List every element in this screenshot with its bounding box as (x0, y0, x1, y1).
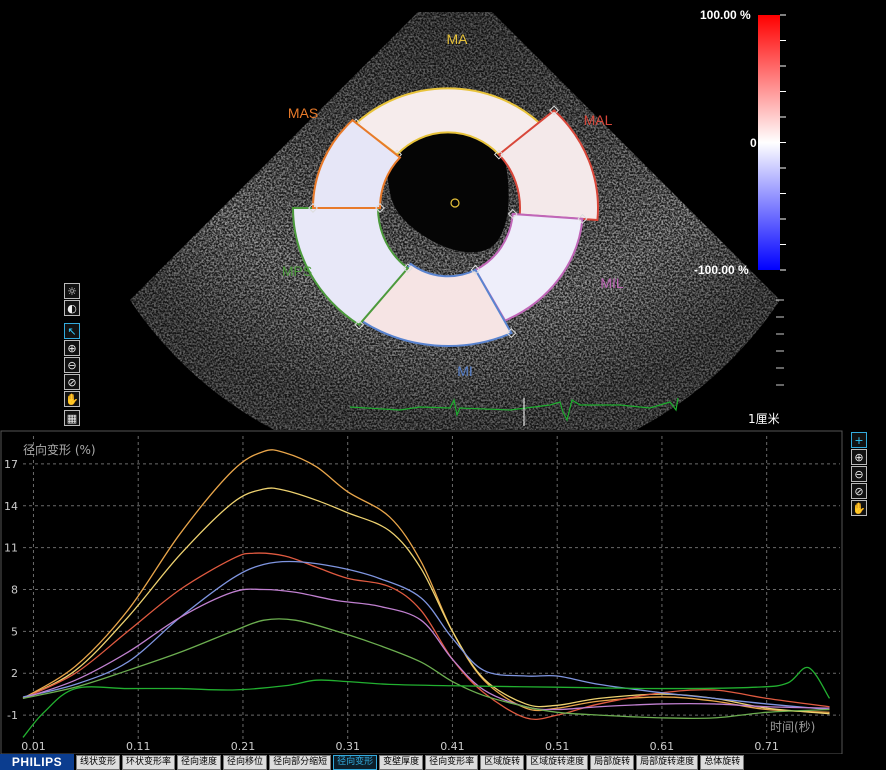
x-tick-label: 0.31 (335, 740, 360, 753)
segment-label: MPS (282, 263, 312, 279)
x-tick-label: 0.01 (21, 740, 46, 753)
tab-8[interactable]: 径向变形率 (425, 754, 479, 770)
tab-3[interactable]: 径向速度 (177, 754, 222, 770)
segment-label: MI (457, 363, 473, 379)
tab-11[interactable]: 局部旋转 (590, 754, 635, 770)
y-tick-label: 5 (11, 625, 18, 638)
zoom-out-icon[interactable]: ⊖ (64, 357, 80, 373)
grid-icon[interactable]: ▦ (64, 410, 80, 426)
x-tick-label: 0.21 (231, 740, 256, 753)
colorbar-mid-label: 0 (750, 136, 757, 150)
y-tick-label: -1 (7, 709, 18, 722)
y-tick-label: 2 (11, 667, 18, 680)
tab-9[interactable]: 区域旋转 (480, 754, 525, 770)
colorbar (758, 14, 786, 386)
zoom-reset-icon[interactable]: ⊘ (851, 483, 867, 499)
tab-2[interactable]: 环状变形率 (122, 754, 176, 770)
tab-13[interactable]: 总体旋转 (700, 754, 745, 770)
echo-view[interactable]: MA MAL MIL MI MPS MAS (0, 0, 886, 430)
crosshair-icon[interactable]: + (851, 432, 867, 448)
colorbar-min-label: -100.00 % (694, 263, 749, 277)
contrast-icon[interactable]: ◐ (64, 300, 80, 316)
segment-label: MIL (600, 275, 624, 291)
tab-5[interactable]: 径向部分缩短 (269, 754, 332, 770)
tab-1[interactable]: 线状变形 (76, 754, 121, 770)
zoom-in-icon[interactable]: ⊕ (64, 340, 80, 356)
x-tick-label: 0.61 (650, 740, 675, 753)
y-tick-label: 17 (4, 458, 18, 471)
bottom-bar: PHILIPS 线状变形 环状变形率 径向速度 径向移位 径向部分缩短 径向变形 变壁厚度径… (0, 754, 886, 770)
strain-plot[interactable]: 0.01 0.11 0.21 0.31 0.41 0.51 0.61 0.71 -1 2 5 8 11… (0, 430, 886, 755)
y-tick-label: 11 (4, 542, 18, 555)
colorbar-max-label: 100.00 % (700, 8, 751, 22)
tab-10[interactable]: 区域旋转速度 (526, 754, 589, 770)
x-tick-label: 0.51 (545, 740, 570, 753)
zoom-reset-icon[interactable]: ⊘ (64, 374, 80, 390)
x-tick-label: 0.71 (754, 740, 779, 753)
brand-logo: PHILIPS (0, 754, 74, 770)
segment-label: MA (447, 31, 469, 47)
segment-label: MAS (288, 105, 318, 121)
plot-title: 径向变形 (%) (23, 443, 96, 457)
brightness-icon[interactable]: ☼ (64, 283, 80, 299)
tab-4[interactable]: 径向移位 (223, 754, 268, 770)
y-tick-label: 14 (4, 500, 18, 513)
x-tick-label: 0.41 (440, 740, 465, 753)
tab-12[interactable]: 局部旋转速度 (636, 754, 699, 770)
zoom-out-icon[interactable]: ⊖ (851, 466, 867, 482)
hand-pan-icon[interactable]: ✋ (64, 391, 80, 407)
hand-pan-icon[interactable]: ✋ (851, 500, 867, 516)
tab-7[interactable]: 变壁厚度 (379, 754, 424, 770)
pointer-icon[interactable]: ↖ (64, 323, 80, 339)
zoom-in-icon[interactable]: ⊕ (851, 449, 867, 465)
tab-6[interactable]: 径向变形 (333, 754, 378, 770)
x-tick-label: 0.11 (126, 740, 151, 753)
y-tick-label: 8 (11, 584, 18, 597)
x-axis-label: 时间(秒) (770, 720, 816, 734)
scale-label: 1厘米 (748, 412, 780, 426)
segment-label: MAL (584, 112, 613, 128)
